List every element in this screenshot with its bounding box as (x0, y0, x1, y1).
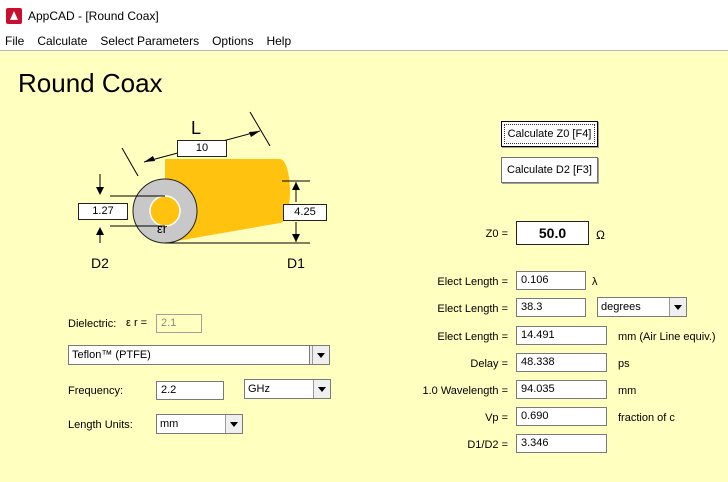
menu-options[interactable]: Options (206, 34, 260, 48)
delay-value[interactable]: 48.338 (516, 353, 607, 372)
elect-length-mm-label: Elect Length = (437, 331, 508, 343)
elect-length-deg-label: Elect Length = (437, 303, 508, 315)
chevron-down-icon (312, 346, 329, 364)
d1-d2-ratio-label: D1/D2 = (467, 439, 508, 451)
angle-unit-value: degrees (601, 301, 641, 313)
frequency-unit-select[interactable]: GHz (244, 379, 331, 399)
title-bar: AppCAD - [Round Coax] (0, 0, 728, 31)
length-value: 10 (177, 140, 227, 157)
d2-label: D2 (91, 255, 109, 271)
delay-unit: ps (618, 358, 630, 370)
vp-label: Vp = (485, 412, 508, 424)
er-symbol: εr (157, 221, 168, 236)
d1-d2-ratio-value[interactable]: 3.346 (516, 434, 607, 453)
frequency-input[interactable]: 2.2 (156, 381, 224, 400)
l-ext-left (121, 147, 139, 177)
menu-file[interactable]: File (0, 34, 31, 48)
frequency-unit-value: GHz (248, 383, 270, 395)
wavelength-label: 1.0 Wavelength = (422, 385, 508, 397)
window-title: AppCAD - [Round Coax] (28, 8, 159, 23)
er-field: 2.1 (156, 314, 202, 333)
menu-select-parameters[interactable]: Select Parameters (94, 34, 206, 48)
l-arrow-left (144, 156, 155, 162)
z0-label: Z0 = (485, 228, 508, 240)
menu-help[interactable]: Help (260, 34, 298, 48)
dielectric-material-value: Teflon™ (PTFE) (72, 349, 151, 361)
coax-diagram: L 10 1.27 4.25 εr D2 D1 (60, 110, 340, 280)
menu-calculate[interactable]: Calculate (31, 34, 94, 48)
ohm-unit: Ω (596, 228, 605, 242)
length-symbol: L (191, 118, 202, 138)
d2-value: 1.27 (78, 203, 128, 220)
d2-arrow-bottom (96, 227, 104, 235)
dielectric-label: Dielectric: (68, 318, 117, 330)
chevron-down-icon (225, 415, 242, 433)
lambda-unit: λ (592, 276, 598, 288)
wavelength-unit: mm (618, 385, 637, 397)
d1-value: 4.25 (283, 204, 327, 221)
chevron-down-icon (669, 298, 686, 316)
elect-length-lambda-value[interactable]: 0.106 (516, 271, 586, 290)
appcad-logo-icon (6, 7, 22, 24)
elect-length-lambda-label: Elect Length = (437, 276, 508, 288)
frequency-label: Frequency: (68, 385, 124, 397)
vp-value[interactable]: 0.690 (516, 407, 607, 426)
l-ext-right (249, 111, 271, 147)
er-label: ε r = (126, 317, 148, 329)
vp-unit: fraction of c (618, 412, 675, 424)
z0-value[interactable]: 50.0 (516, 221, 589, 245)
menu-bar: File Calculate Select Parameters Options… (0, 31, 728, 51)
calculate-d2-button[interactable]: Calculate D2 [F3] (501, 157, 598, 183)
dielectric-dropdown-button[interactable] (309, 345, 330, 365)
air-line-unit: mm (Air Line equiv.) (618, 331, 716, 343)
d2-arrow-top (96, 187, 104, 195)
length-units-label: Length Units: (68, 419, 133, 431)
length-units-value: mm (160, 418, 179, 430)
elect-length-deg-value[interactable]: 38.3 (516, 298, 586, 317)
d1-label: D1 (287, 255, 305, 271)
d1-arrow-top (292, 182, 300, 190)
l-arrow-right (249, 131, 260, 137)
angle-unit-select[interactable]: degrees (597, 297, 687, 317)
calculate-z0-button[interactable]: Calculate Z0 [F4] (501, 121, 598, 147)
delay-label: Delay = (470, 358, 508, 370)
wavelength-value[interactable]: 94.035 (516, 380, 607, 399)
page-title: Round Coax (18, 68, 163, 98)
chevron-down-icon (313, 380, 330, 398)
length-units-select[interactable]: mm (156, 414, 243, 434)
d1-arrow-bottom (292, 234, 300, 242)
elect-length-mm-value[interactable]: 14.491 (516, 326, 607, 345)
dielectric-material-select[interactable]: Teflon™ (PTFE) (68, 345, 330, 365)
